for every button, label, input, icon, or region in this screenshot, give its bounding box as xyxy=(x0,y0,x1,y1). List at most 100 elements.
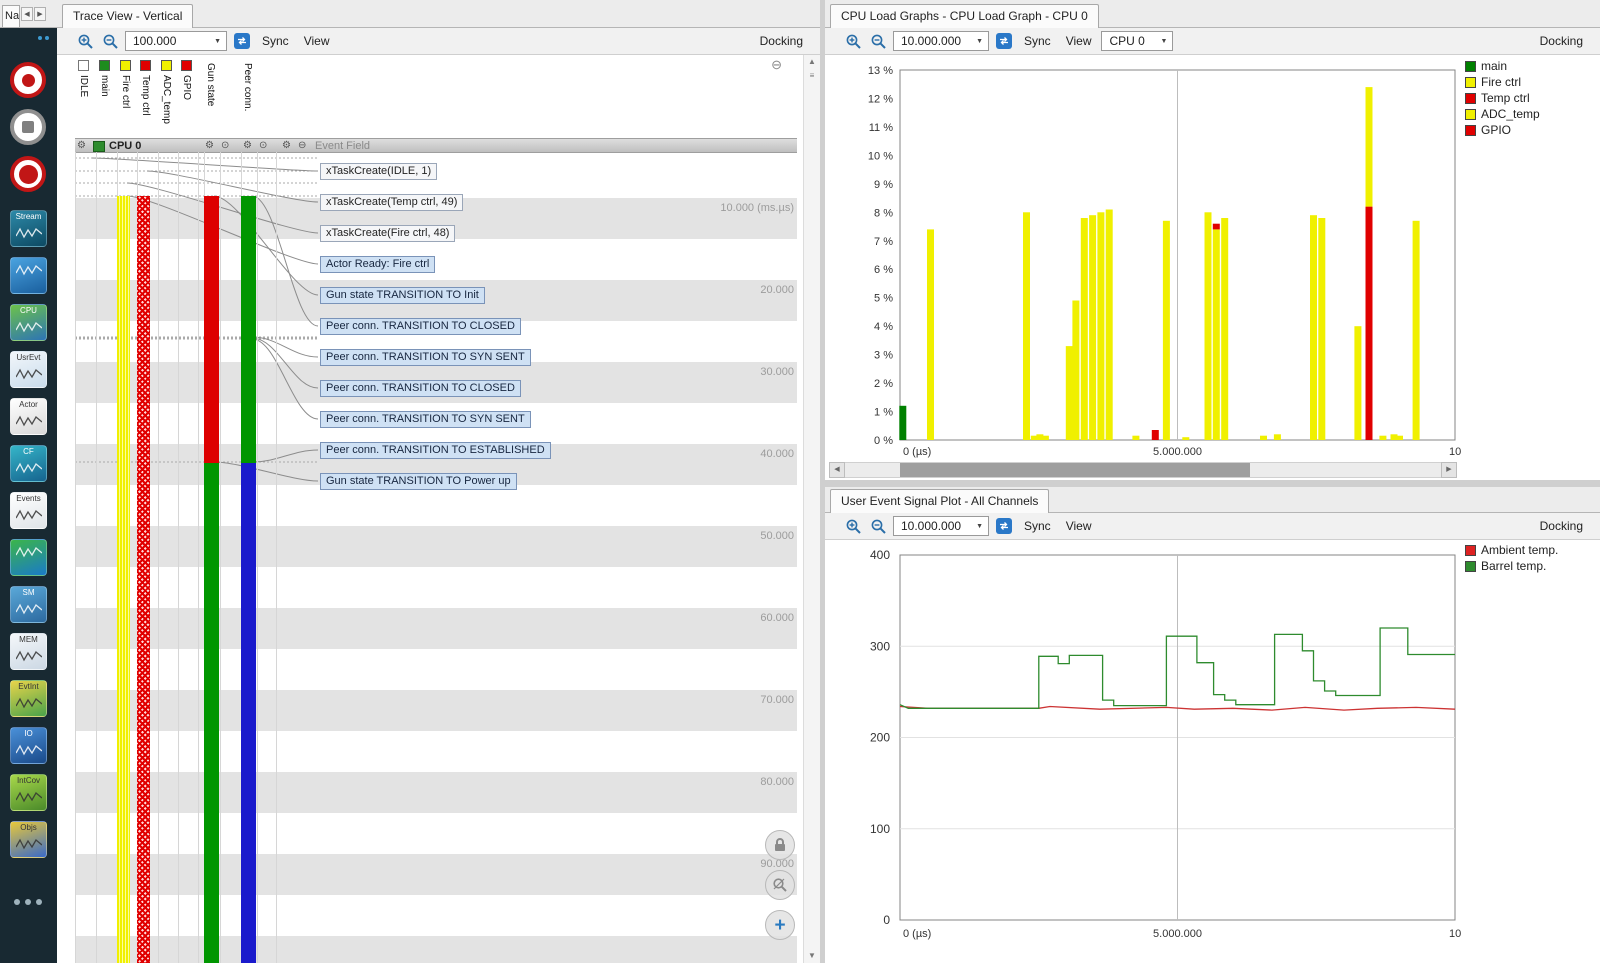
sync-menu[interactable]: Sync xyxy=(1019,519,1056,533)
sidebar-item-icon-1[interactable] xyxy=(10,257,47,294)
zoom-in-button[interactable] xyxy=(843,31,863,51)
sync-icon[interactable] xyxy=(994,516,1014,536)
trace-lane-peer-conn[interactable] xyxy=(241,463,256,963)
sidebar-item-usrevt[interactable]: UsrEvt xyxy=(10,351,47,388)
sidebar-item-objs[interactable]: Objs xyxy=(10,821,47,858)
event-field-collapse-icon[interactable]: ⊖ xyxy=(298,139,306,153)
trace-lane-fire-ctrl[interactable] xyxy=(117,196,130,963)
sidebar-item-stream[interactable]: Stream xyxy=(10,210,47,247)
event-label[interactable]: xTaskCreate(Temp ctrl, 49) xyxy=(320,194,463,211)
cpu-horizontal-scrollbar[interactable]: ◀ ▶ xyxy=(829,462,1457,478)
nav-tab[interactable]: Nav xyxy=(2,5,20,27)
legend-label: Barrel temp. xyxy=(1481,559,1546,573)
cpu-settings-gear-icon[interactable]: ⚙ xyxy=(77,139,86,153)
trace-lane-peer-conn[interactable] xyxy=(241,196,256,463)
event-field-header: Event Field xyxy=(315,139,370,153)
scroll-menu-button[interactable]: ≡ xyxy=(804,69,820,83)
cpu-load-bar-fire-ctrl xyxy=(1072,301,1079,441)
interval-combobox[interactable]: 10.000.000▼ xyxy=(893,516,989,536)
zoom-out-button[interactable] xyxy=(868,516,888,536)
cpu-legend-item-fire-ctrl: Fire ctrl xyxy=(1465,74,1540,90)
sync-menu[interactable]: Sync xyxy=(257,34,294,48)
sync-icon[interactable] xyxy=(232,31,252,51)
scroll-right-button[interactable]: ▶ xyxy=(1441,462,1457,478)
column-label-gun-state: Gun state xyxy=(205,63,216,139)
scrollbar-thumb[interactable] xyxy=(900,463,1250,477)
peer-conn-options-icon[interactable]: ⊙ xyxy=(259,139,267,153)
docking-menu[interactable]: Docking xyxy=(1535,34,1588,48)
sync-menu[interactable]: Sync xyxy=(1019,34,1056,48)
docking-menu[interactable]: Docking xyxy=(755,34,808,48)
zoom-in-button[interactable] xyxy=(843,516,863,536)
tab-scroll-right-icon[interactable]: ▶ xyxy=(34,7,46,21)
time-axis-label: 30.000 xyxy=(760,366,794,378)
view-menu[interactable]: View xyxy=(1061,519,1097,533)
trace-lane-temp-ctrl[interactable] xyxy=(137,196,150,963)
event-label[interactable]: Peer conn. TRANSITION TO SYN SENT xyxy=(320,411,531,428)
scroll-down-button[interactable]: ▼ xyxy=(804,949,820,963)
cpu-legend-item-gpio: GPIO xyxy=(1465,122,1540,138)
trace-lane-gun-state[interactable] xyxy=(204,196,219,463)
sidebar-item-io[interactable]: IO xyxy=(10,727,47,764)
gun-state-options-icon[interactable]: ⊙ xyxy=(221,139,229,153)
view-menu[interactable]: View xyxy=(1061,34,1097,48)
event-field-gear-icon[interactable]: ⚙ xyxy=(282,139,291,153)
trace-canvas[interactable]: ⚙CPU 0⚙⊙⚙⊙⚙⊖Event Field ⊖ ▲ ≡ ▼ IDLEmain… xyxy=(57,55,820,963)
scrollbar-track[interactable] xyxy=(845,462,1441,478)
scroll-up-button[interactable]: ▲ xyxy=(804,55,820,69)
zoom-in-button[interactable] xyxy=(75,31,95,51)
tab-user-event-signal-plot[interactable]: User Event Signal Plot - All Channels xyxy=(830,489,1049,513)
record-button[interactable] xyxy=(10,62,46,98)
event-label[interactable]: Gun state TRANSITION TO Init xyxy=(320,287,485,304)
idle-checkbox[interactable] xyxy=(78,60,89,71)
zoom-out-button[interactable] xyxy=(868,31,888,51)
sidebar-item-sm[interactable]: SM xyxy=(10,586,47,623)
sidebar-item-intcov[interactable]: IntCov xyxy=(10,774,47,811)
collapse-all-icon[interactable]: ⊖ xyxy=(771,57,782,73)
event-label[interactable]: Actor Ready: Fire ctrl xyxy=(320,256,435,273)
sidebar-grip[interactable] xyxy=(38,36,49,40)
sidebar-more-button[interactable] xyxy=(14,899,42,905)
cpu-load-bar-temp-ctrl xyxy=(1366,207,1373,440)
event-label[interactable]: Peer conn. TRANSITION TO CLOSED xyxy=(320,318,521,335)
tab-cpu-load-graph[interactable]: CPU Load Graphs - CPU Load Graph - CPU 0 xyxy=(830,4,1099,28)
cpu-select-combobox[interactable]: CPU 0▼ xyxy=(1101,31,1173,51)
peer-conn-gear-icon[interactable]: ⚙ xyxy=(243,139,252,153)
cpu-load-bar-fire-ctrl xyxy=(1310,215,1317,440)
event-label[interactable]: Peer conn. TRANSITION TO SYN SENT xyxy=(320,349,531,366)
event-label[interactable]: xTaskCreate(IDLE, 1) xyxy=(320,163,437,180)
column-color-swatch-gpio xyxy=(181,60,192,71)
sidebar-item-label: Actor xyxy=(19,400,38,410)
sidebar-item-mem[interactable]: MEM xyxy=(10,633,47,670)
stop-button[interactable] xyxy=(10,109,46,145)
sidebar-item-icon-7[interactable] xyxy=(10,539,47,576)
legend-swatch xyxy=(1465,125,1476,136)
gun-state-gear-icon[interactable]: ⚙ xyxy=(205,139,214,153)
trace-view-panel: Trace View - Vertical 100.000▼ Sync View… xyxy=(57,0,820,963)
sync-icon[interactable] xyxy=(994,31,1014,51)
trace-lock-button[interactable] xyxy=(765,830,795,860)
event-label[interactable]: Gun state TRANSITION TO Power up xyxy=(320,473,517,490)
trace-vertical-scrollbar[interactable]: ▲ ≡ ▼ xyxy=(803,55,820,963)
sidebar-item-cf[interactable]: CF xyxy=(10,445,47,482)
trace-lane-gun-state[interactable] xyxy=(204,463,219,963)
interval-combobox[interactable]: 10.000.000▼ xyxy=(893,31,989,51)
tab-scroll-left-icon[interactable]: ◀ xyxy=(21,7,33,21)
view-menu[interactable]: View xyxy=(299,34,335,48)
sidebar-item-evtint[interactable]: EvtInt xyxy=(10,680,47,717)
record-alt-button[interactable] xyxy=(10,156,46,192)
sidebar-item-cpu[interactable]: CPU xyxy=(10,304,47,341)
zoom-level-combobox[interactable]: 100.000▼ xyxy=(125,31,227,51)
svg-text:2 %: 2 % xyxy=(874,378,893,390)
event-label[interactable]: Peer conn. TRANSITION TO CLOSED xyxy=(320,380,521,397)
sidebar-item-events[interactable]: Events xyxy=(10,492,47,529)
trace-zoom-lock-button[interactable] xyxy=(765,870,795,900)
sidebar-item-actor[interactable]: Actor xyxy=(10,398,47,435)
event-label[interactable]: xTaskCreate(Fire ctrl, 48) xyxy=(320,225,455,242)
tab-trace-view-vertical[interactable]: Trace View - Vertical xyxy=(62,4,193,28)
trace-add-button[interactable]: + xyxy=(765,910,795,940)
zoom-out-button[interactable] xyxy=(100,31,120,51)
scroll-left-button[interactable]: ◀ xyxy=(829,462,845,478)
event-label[interactable]: Peer conn. TRANSITION TO ESTABLISHED xyxy=(320,442,551,459)
docking-menu[interactable]: Docking xyxy=(1535,519,1588,533)
